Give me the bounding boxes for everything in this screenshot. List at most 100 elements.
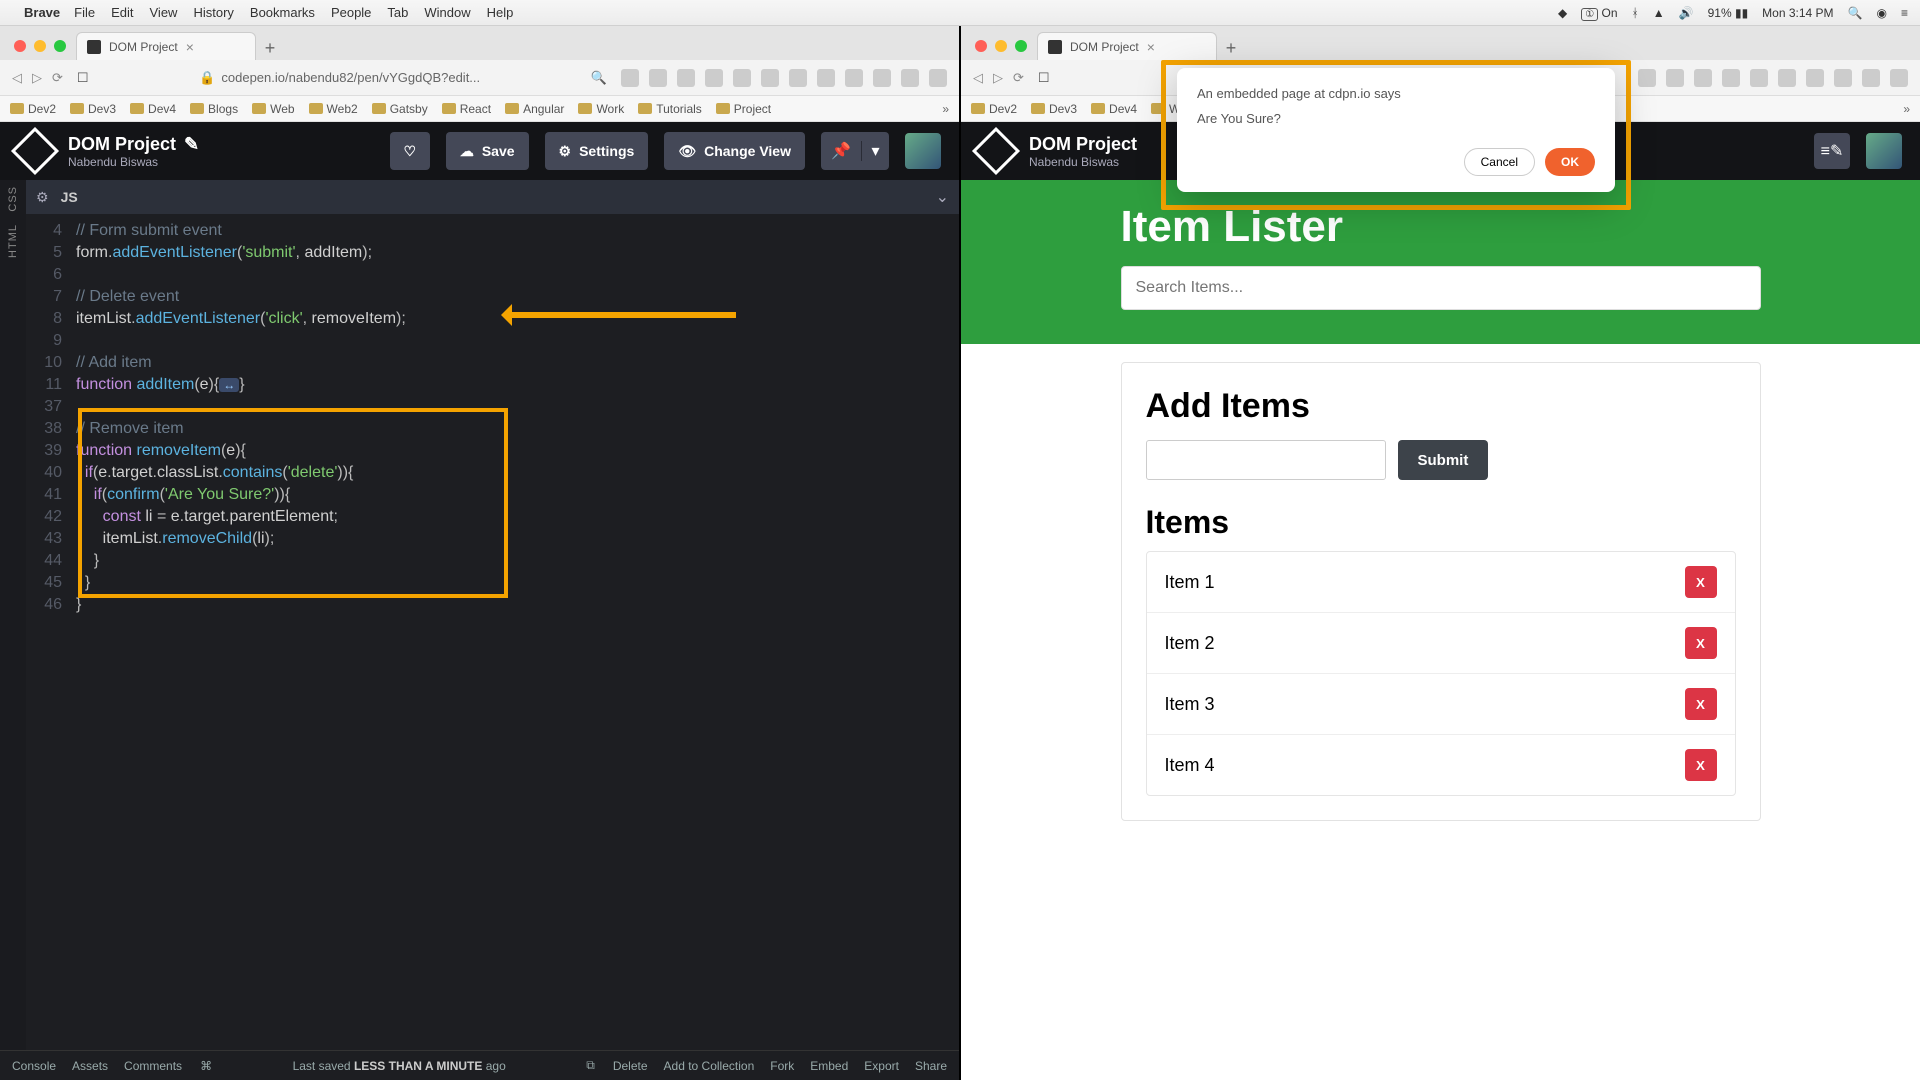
pen-title[interactable]: DOM Project: [68, 134, 176, 155]
bookmark-folder[interactable]: Blogs: [190, 102, 238, 116]
edit-menu-icon[interactable]: ≡✎: [1814, 133, 1850, 169]
extension-icon[interactable]: [1722, 69, 1740, 87]
extension-icon[interactable]: [1666, 69, 1684, 87]
footer-add-to-collection[interactable]: Add to Collection: [664, 1059, 755, 1073]
cancel-button[interactable]: Cancel: [1464, 148, 1535, 176]
bookmark-folder[interactable]: Tutorials: [638, 102, 702, 116]
pin-button[interactable]: 📌▾: [821, 132, 889, 170]
notification-center-icon[interactable]: ≡: [1901, 6, 1908, 20]
bookmark-folder[interactable]: Web2: [309, 102, 358, 116]
code-line[interactable]: 42 const li = e.target.parentElement;: [26, 506, 959, 528]
codepen-logo-icon[interactable]: [11, 127, 59, 175]
bookmark-folder[interactable]: Dev2: [971, 102, 1017, 116]
avatar[interactable]: [905, 133, 941, 169]
extension-icon[interactable]: [1694, 69, 1712, 87]
menu-tab[interactable]: Tab: [387, 5, 408, 20]
code-editor[interactable]: 4// Form submit event5form.addEventListe…: [26, 214, 959, 1050]
search-input[interactable]: [1121, 266, 1761, 310]
side-tab-css[interactable]: CSS: [7, 186, 19, 212]
delete-item-button[interactable]: X: [1685, 688, 1717, 720]
clock[interactable]: Mon 3:14 PM: [1762, 6, 1833, 20]
collapse-panel-icon[interactable]: ⌄: [936, 187, 949, 207]
extension-icon[interactable]: [873, 69, 891, 87]
battery-status[interactable]: 91% ▮▮: [1708, 6, 1749, 20]
extension-icon[interactable]: [621, 69, 639, 87]
bookmark-folder[interactable]: Dev3: [1031, 102, 1077, 116]
maximize-window-icon[interactable]: [1015, 40, 1027, 52]
minimize-window-icon[interactable]: [995, 40, 1007, 52]
code-line[interactable]: 4// Form submit event: [26, 220, 959, 242]
code-line[interactable]: 43 itemList.removeChild(li);: [26, 528, 959, 550]
footer-assets[interactable]: Assets: [72, 1059, 108, 1073]
extension-icon[interactable]: [733, 69, 751, 87]
extension-icon[interactable]: [705, 69, 723, 87]
close-tab-icon[interactable]: ×: [186, 39, 194, 55]
editor-settings-icon[interactable]: ⚙: [36, 189, 49, 206]
reload-button[interactable]: ⟳: [52, 70, 63, 86]
extension-icon[interactable]: [929, 69, 947, 87]
bookmark-folder[interactable]: Dev2: [10, 102, 56, 116]
forward-button[interactable]: ▷: [993, 70, 1003, 86]
menu-people[interactable]: People: [331, 5, 371, 20]
forward-button[interactable]: ▷: [32, 70, 42, 86]
extension-icon[interactable]: [1862, 69, 1880, 87]
vpn-status[interactable]: ① On: [1581, 6, 1617, 20]
new-tab-button[interactable]: +: [256, 36, 284, 60]
code-line[interactable]: 11function addItem(e){↔}: [26, 374, 959, 396]
editor-language-tab[interactable]: JS: [61, 189, 78, 205]
save-button[interactable]: Save: [446, 132, 529, 170]
menu-window[interactable]: Window: [424, 5, 470, 20]
settings-button[interactable]: Settings: [545, 132, 649, 170]
bookmark-folder[interactable]: Work: [578, 102, 624, 116]
reload-button[interactable]: ⟳: [1013, 70, 1024, 86]
wifi-icon[interactable]: ▲: [1653, 6, 1665, 20]
minimize-window-icon[interactable]: [34, 40, 46, 52]
side-tab-html[interactable]: HTML: [7, 224, 19, 258]
shortcuts-icon[interactable]: ⌘: [200, 1059, 212, 1073]
extension-icon[interactable]: [677, 69, 695, 87]
bookmark-folder[interactable]: Project: [716, 102, 771, 116]
maximize-window-icon[interactable]: [54, 40, 66, 52]
add-item-input[interactable]: [1146, 440, 1386, 480]
extension-icon[interactable]: [1638, 69, 1656, 87]
code-line[interactable]: 10// Add item: [26, 352, 959, 374]
menu-file[interactable]: File: [74, 5, 95, 20]
menu-view[interactable]: View: [150, 5, 178, 20]
footer-comments[interactable]: Comments: [124, 1059, 182, 1073]
volume-icon[interactable]: 🔊: [1679, 6, 1694, 20]
menu-help[interactable]: Help: [487, 5, 514, 20]
pen-author[interactable]: Nabendu Biswas: [1029, 155, 1137, 169]
extension-icon[interactable]: [1750, 69, 1768, 87]
bookmarks-overflow[interactable]: »: [942, 102, 949, 116]
brave-shield-icon[interactable]: ◆: [1558, 6, 1567, 20]
extension-icon[interactable]: [649, 69, 667, 87]
code-line[interactable]: 45 }: [26, 572, 959, 594]
extension-icon[interactable]: [1890, 69, 1908, 87]
code-line[interactable]: 9: [26, 330, 959, 352]
heart-button[interactable]: ♡: [390, 132, 430, 170]
bookmark-folder[interactable]: Gatsby: [372, 102, 428, 116]
change-view-button[interactable]: Change View: [664, 132, 805, 170]
delete-item-button[interactable]: X: [1685, 566, 1717, 598]
bookmarks-overflow[interactable]: »: [1903, 102, 1910, 116]
code-line[interactable]: 46}: [26, 594, 959, 616]
extension-icon[interactable]: [845, 69, 863, 87]
bookmark-folder[interactable]: Dev4: [130, 102, 176, 116]
footer-delete[interactable]: Delete: [613, 1059, 648, 1073]
bookmark-icon[interactable]: ☐: [77, 70, 89, 86]
extension-icon[interactable]: [1834, 69, 1852, 87]
code-line[interactable]: 37: [26, 396, 959, 418]
close-tab-icon[interactable]: ×: [1147, 39, 1155, 55]
extension-icon[interactable]: [1778, 69, 1796, 87]
bookmark-folder[interactable]: Dev3: [70, 102, 116, 116]
extension-icon[interactable]: [901, 69, 919, 87]
delete-item-button[interactable]: X: [1685, 627, 1717, 659]
back-button[interactable]: ◁: [973, 70, 983, 86]
siri-icon[interactable]: ◉: [1877, 6, 1887, 20]
code-line[interactable]: 44 }: [26, 550, 959, 572]
close-window-icon[interactable]: [14, 40, 26, 52]
bookmark-icon[interactable]: ☐: [1038, 70, 1050, 86]
url-field[interactable]: 🔒 codepen.io/nabendu82/pen/vYGgdQB?edit.…: [103, 70, 577, 86]
close-window-icon[interactable]: [975, 40, 987, 52]
edit-title-icon[interactable]: ✎: [184, 134, 199, 155]
